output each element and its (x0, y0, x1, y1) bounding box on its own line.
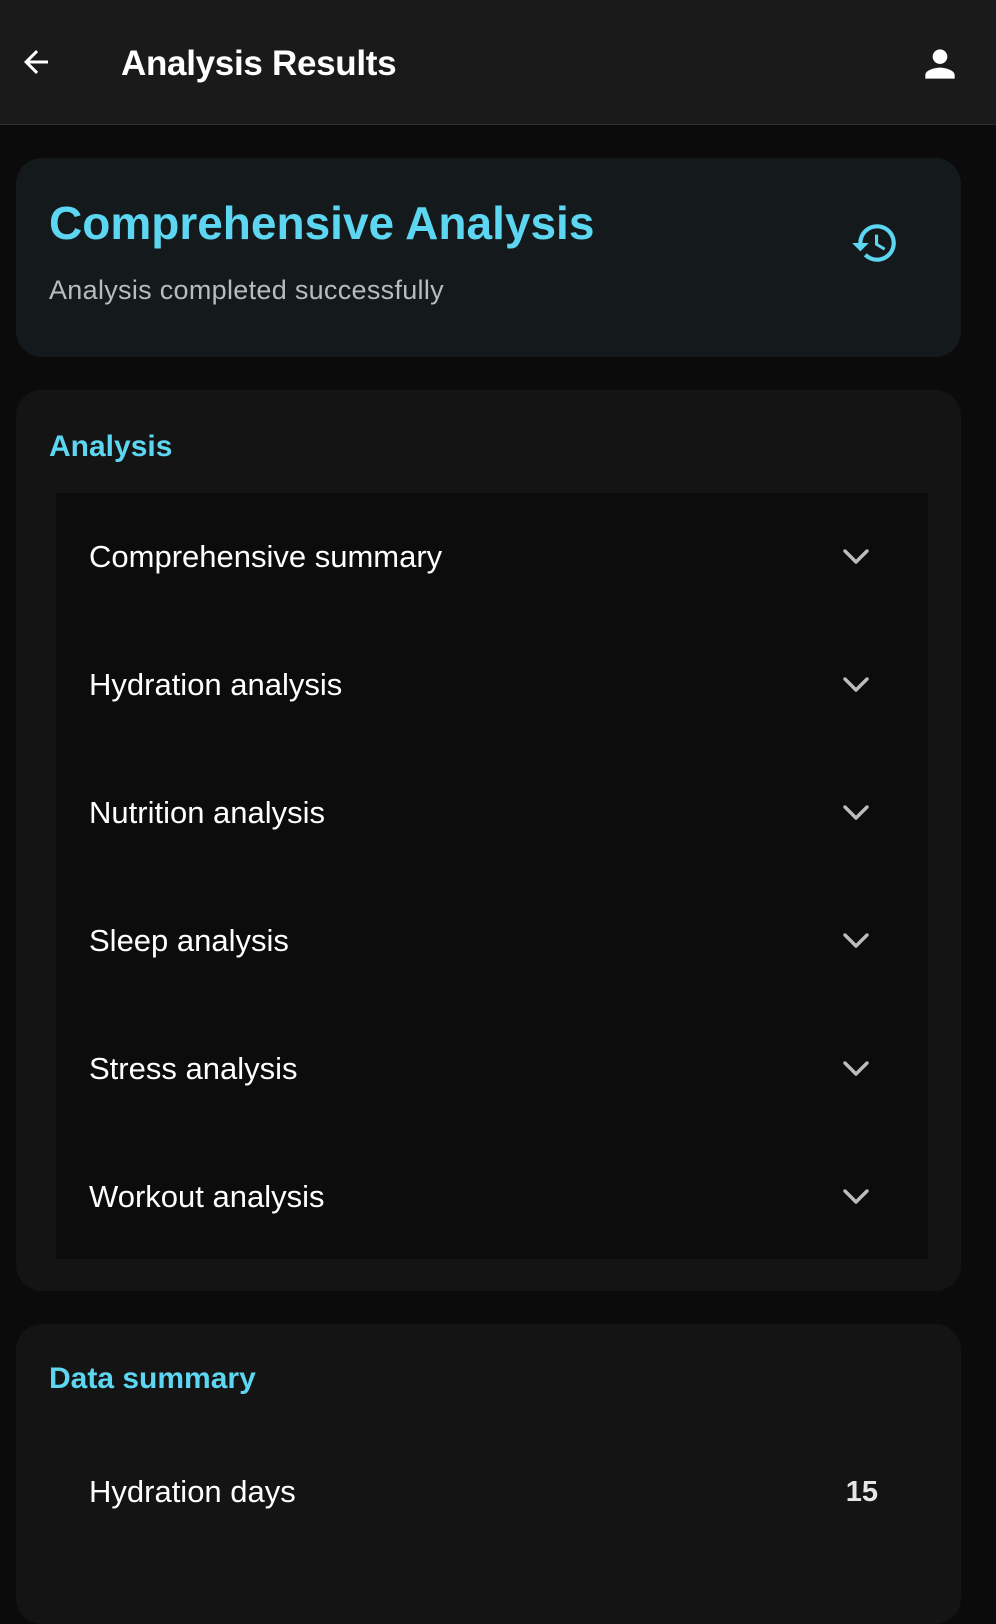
accordion-workout-analysis[interactable]: Workout analysis (56, 1133, 928, 1261)
page-title: Analysis Results (121, 44, 397, 83)
history-button[interactable] (848, 216, 902, 270)
app-bar: Analysis Results (0, 0, 996, 125)
analysis-title: Comprehensive Analysis (49, 197, 595, 249)
data-summary-section: Data summary Hydration days 15 (16, 1324, 961, 1624)
accordion-nutrition-analysis[interactable]: Nutrition analysis (56, 749, 928, 877)
chevron-down-icon (838, 543, 874, 571)
chevron-down-icon (838, 927, 874, 955)
chevron-down-icon (838, 1055, 874, 1083)
accordion-stress-analysis[interactable]: Stress analysis (56, 1005, 928, 1133)
accordion-label: Nutrition analysis (89, 795, 326, 830)
data-summary-heading: Data summary (49, 1362, 256, 1395)
chevron-down-icon (838, 671, 874, 699)
accordion-label: Workout analysis (89, 1179, 325, 1214)
analysis-accordion-list: Comprehensive summary Hydration analysis… (56, 493, 928, 1259)
analysis-section: Analysis Comprehensive summary Hydration… (16, 390, 961, 1291)
chevron-down-icon (838, 799, 874, 827)
summary-label: Hydration days (89, 1474, 296, 1509)
analysis-status: Analysis completed successfully (49, 275, 444, 305)
history-icon (852, 224, 896, 262)
analysis-section-heading: Analysis (49, 430, 173, 463)
back-button[interactable] (14, 40, 58, 84)
analysis-header-card: Comprehensive Analysis Analysis complete… (16, 158, 961, 357)
summary-row-hydration-days: Hydration days 15 (56, 1452, 928, 1532)
accordion-label: Sleep analysis (89, 923, 289, 958)
accordion-comprehensive-summary[interactable]: Comprehensive summary (56, 493, 928, 621)
accordion-label: Comprehensive summary (89, 539, 443, 574)
profile-button[interactable] (914, 38, 966, 90)
accordion-hydration-analysis[interactable]: Hydration analysis (56, 621, 928, 749)
accordion-label: Hydration analysis (89, 667, 343, 702)
person-icon (925, 49, 955, 79)
arrow-left-icon (24, 50, 48, 74)
accordion-sleep-analysis[interactable]: Sleep analysis (56, 877, 928, 1005)
accordion-label: Stress analysis (89, 1051, 298, 1086)
summary-value: 15 (845, 1476, 878, 1508)
chevron-down-icon (838, 1183, 874, 1211)
